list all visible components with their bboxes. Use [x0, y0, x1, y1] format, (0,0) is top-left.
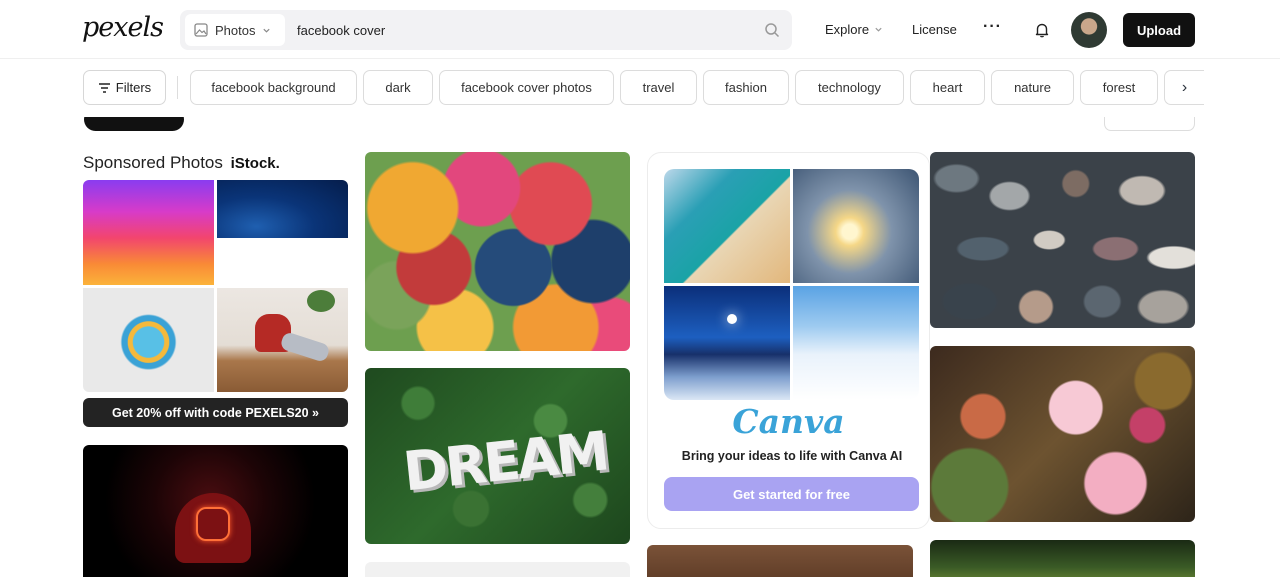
pexels-logo[interactable]: pexels	[82, 12, 164, 43]
photo-neon-mask-hoodie[interactable]	[83, 445, 348, 577]
filters-button[interactable]: Filters	[83, 70, 166, 105]
search-icon[interactable]	[764, 22, 780, 38]
search-type-label: Photos	[215, 22, 256, 38]
sponsored-photo-blue-abstract[interactable]	[217, 180, 348, 238]
photo-pink-flowers[interactable]	[930, 346, 1195, 522]
bell-icon[interactable]	[1034, 22, 1050, 38]
chip-forest[interactable]: forest	[1080, 70, 1158, 105]
canva-subtitle: Bring your ideas to life with Canva AI	[681, 449, 903, 463]
photo-wood-partial[interactable]	[647, 545, 913, 577]
pexels-search-page: pexels Photos Explore License ··· Upload…	[0, 0, 1280, 577]
plant-shape	[307, 290, 335, 312]
chip-facebook-background[interactable]: facebook background	[190, 70, 357, 105]
related-searches-bar: Filters facebook background dark faceboo…	[0, 60, 1280, 117]
top-header: pexels Photos Explore License ··· Upload	[0, 0, 1280, 59]
canva-photo-beach[interactable]	[664, 169, 790, 283]
chips-next-button[interactable]: ›	[1164, 70, 1204, 105]
moon-shape	[727, 314, 737, 324]
canva-photo-sun-clouds[interactable]	[793, 169, 919, 283]
istock-logo[interactable]: iStock.	[231, 155, 280, 172]
divider	[177, 76, 178, 99]
person-legs-shape	[279, 331, 331, 363]
nav-explore[interactable]: Explore	[825, 22, 883, 37]
sponsored-photo-gradient[interactable]	[83, 180, 214, 285]
photo-partial-bottom[interactable]	[365, 562, 630, 577]
chevron-down-icon	[875, 27, 882, 32]
search-bar: Photos	[180, 10, 792, 50]
nav-license[interactable]: License	[912, 22, 957, 37]
canva-get-started-button[interactable]: Get started for free	[664, 477, 919, 511]
photo-colorful-umbrellas[interactable]	[365, 152, 630, 351]
chip-travel[interactable]: travel	[620, 70, 697, 105]
canva-photo-winter-night[interactable]	[664, 286, 790, 400]
upload-button[interactable]: Upload	[1123, 13, 1195, 47]
search-type-dropdown[interactable]: Photos	[185, 14, 285, 46]
search-input[interactable]	[292, 15, 742, 45]
image-icon	[194, 23, 208, 37]
nav-explore-label: Explore	[825, 22, 870, 37]
photo-dream-letters-leaves[interactable]: DREAM	[365, 368, 630, 544]
photo-pebbles[interactable]	[930, 152, 1195, 328]
chip-facebook-cover-photos[interactable]: facebook cover photos	[439, 70, 614, 105]
chip-fashion[interactable]: fashion	[703, 70, 789, 105]
chip-technology[interactable]: technology	[795, 70, 904, 105]
sponsored-title: Sponsored Photos iStock.	[83, 153, 280, 173]
more-menu-button[interactable]: ···	[983, 18, 1002, 36]
chevron-down-icon	[263, 28, 271, 33]
canva-logo: Canva	[732, 402, 845, 441]
filters-label: Filters	[115, 80, 152, 95]
chip-heart[interactable]: heart	[910, 70, 985, 105]
sponsored-photo-globe[interactable]	[83, 288, 214, 392]
sponsored-title-text: Sponsored Photos	[83, 153, 223, 172]
neon-mask-shape	[196, 507, 230, 541]
canva-photo-clouds[interactable]	[793, 286, 919, 400]
sponsored-promo-button[interactable]: Get 20% off with code PEXELS20 »	[83, 398, 348, 427]
sponsored-photo-woman-floor[interactable]	[217, 288, 348, 392]
filters-icon	[98, 82, 110, 93]
dream-letters-shape: DREAM	[400, 419, 610, 504]
photo-forest-partial[interactable]	[930, 540, 1195, 577]
chip-dark[interactable]: dark	[363, 70, 433, 105]
user-avatar[interactable]	[1071, 12, 1107, 48]
chip-nature[interactable]: nature	[991, 70, 1074, 105]
